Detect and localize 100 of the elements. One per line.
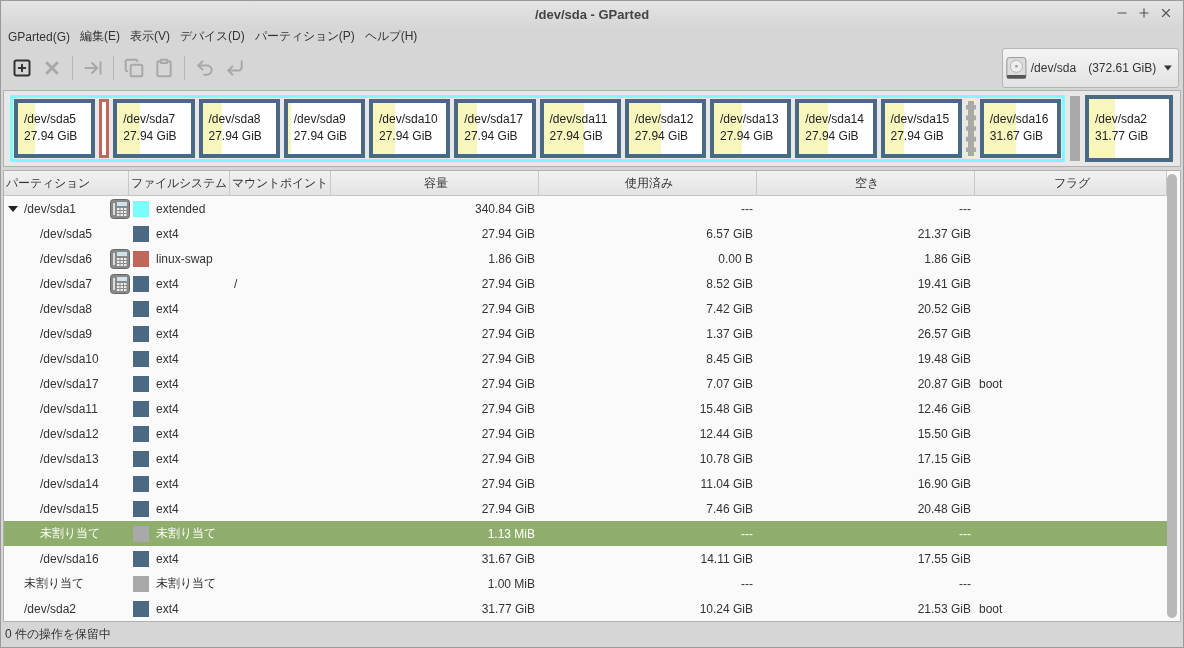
mount-point: / [234, 276, 238, 291]
unallocated-block[interactable] [965, 98, 976, 159]
partition-row[interactable]: /dev/sda15 ext4 27.94 GiB 7.46 GiB 20.48 GiB [4, 496, 1167, 522]
partition-block[interactable]: /dev/sda17 27.94 GiB [454, 98, 536, 159]
filesystem-name: ext4 [156, 376, 179, 391]
used-value: 8.45 GiB [706, 351, 753, 366]
size-value: 1.86 GiB [488, 251, 535, 266]
free-value: 21.37 GiB [917, 226, 971, 241]
partition-row[interactable]: /dev/sda5 ext4 27.94 GiB 6.57 GiB 21.37 GiB [4, 221, 1167, 247]
size-value: 27.94 GiB [481, 401, 535, 416]
free-value: 17.15 GiB [917, 451, 971, 466]
menu-item[interactable]: ヘルプ(H) [359, 28, 423, 46]
filesystem-name: ext4 [156, 426, 179, 441]
size-value: 340.84 GiB [474, 201, 535, 216]
size-value: 27.94 GiB [481, 326, 535, 341]
free-value: 19.41 GiB [917, 276, 971, 291]
used-value: 10.78 GiB [699, 451, 753, 466]
partition-size: 27.94 GiB [720, 128, 775, 146]
partition-row[interactable]: /dev/sda6 linux-swap 1.86 GiB 0.00 B 1.86 GiB [4, 246, 1167, 272]
maximize-icon[interactable] [1137, 6, 1151, 20]
partition-row[interactable]: /dev/sda10 ext4 27.94 GiB 8.45 GiB 19.48 GiB [4, 346, 1167, 372]
partition-block[interactable]: /dev/sda15 27.94 GiB [880, 98, 962, 159]
partition-block[interactable]: /dev/sda5 27.94 GiB [14, 98, 96, 159]
partition-block[interactable]: /dev/sda12 27.94 GiB [624, 98, 706, 159]
clipboard-icon [154, 57, 174, 78]
free-value: 20.48 GiB [917, 501, 971, 516]
used-value: --- [741, 201, 753, 216]
partition-row[interactable]: /dev/sda12 ext4 27.94 GiB 12.44 GiB 15.50 GiB [4, 421, 1167, 447]
partition-row[interactable]: /dev/sda14 ext4 27.94 GiB 11.04 GiB 16.90 GiB [4, 471, 1167, 497]
size-value: 27.94 GiB [481, 301, 535, 316]
partition-name: /dev/sda12 [40, 426, 99, 441]
partition-block[interactable]: /dev/sda13 27.94 GiB [710, 98, 792, 159]
partition-name: /dev/sda8 [208, 111, 262, 129]
expander-icon[interactable] [8, 203, 18, 214]
free-value: --- [959, 576, 971, 591]
partition-name: /dev/sda9 [40, 326, 93, 341]
device-selector[interactable]: /dev/sda (372.61 GiB) [1002, 47, 1179, 88]
partition-row[interactable]: 未割り当て 未割り当て 1.00 MiB --- --- [4, 571, 1167, 597]
partition-name: /dev/sda10 [40, 351, 99, 366]
column-header[interactable]: マウントポイント [230, 171, 331, 196]
partition-name: /dev/sda16 [989, 111, 1050, 129]
menu-item[interactable]: デバイス(D) [175, 28, 250, 46]
partition-size: 27.94 GiB [208, 128, 263, 146]
partition-name: /dev/sda8 [40, 301, 93, 316]
size-value: 27.94 GiB [481, 276, 535, 291]
partition-size: 27.94 GiB [293, 128, 349, 146]
partition-row[interactable]: /dev/sda7 ext4 / 27.94 GiB 8.52 GiB 19.41 GiB [4, 271, 1167, 297]
extended-partition-block[interactable] [10, 94, 1065, 163]
partition-block[interactable]: /dev/sda11 27.94 GiB [539, 98, 621, 159]
partition-block[interactable]: /dev/sda14 27.94 GiB [795, 98, 877, 159]
menu-item[interactable]: 編集(E) [75, 28, 125, 46]
unallocated-block[interactable] [1070, 95, 1080, 162]
column-header[interactable]: 容量 [331, 171, 539, 196]
partition-row[interactable]: /dev/sda2 ext4 31.77 GiB 10.24 GiB 21.53 GiB boot [4, 596, 1167, 622]
used-value: 10.24 GiB [699, 601, 753, 616]
filesystem-name: ext4 [156, 476, 179, 491]
partition-row[interactable]: /dev/sda17 ext4 27.94 GiB 7.07 GiB 20.87 GiB boot [4, 371, 1167, 397]
menu-item[interactable]: 表示(V) [125, 28, 175, 46]
menu-item[interactable]: パーティション(P) [249, 28, 360, 46]
partition-block[interactable]: /dev/sda8 27.94 GiB [198, 98, 280, 159]
filesystem-name: 未割り当て [156, 525, 216, 543]
column-header[interactable]: パーティション [4, 171, 129, 196]
filesystem-name: extended [156, 201, 206, 216]
partition-block[interactable]: /dev/sda2 31.77 GiB [1085, 94, 1173, 163]
column-header[interactable]: ファイルシステム [129, 171, 230, 196]
partition-size: 27.94 GiB [379, 128, 434, 146]
column-header[interactable]: 使用済み [539, 171, 757, 196]
size-value: 27.94 GiB [481, 226, 535, 241]
menu-item[interactable]: GParted(G) [3, 29, 75, 44]
partition-row[interactable]: /dev/sda11 ext4 27.94 GiB 15.48 GiB 12.46 GiB [4, 396, 1167, 422]
close-icon[interactable] [1159, 6, 1173, 20]
free-value: --- [959, 201, 971, 216]
used-value: 7.07 GiB [706, 376, 753, 391]
filesystem-name: ext4 [156, 501, 179, 516]
partition-row[interactable]: /dev/sda16 ext4 31.67 GiB 14.11 GiB 17.55 GiB [4, 546, 1167, 572]
partition-name: /dev/sda16 [40, 551, 99, 566]
partition-name: /dev/sda1 [24, 201, 77, 216]
partition-block[interactable]: /dev/sda16 31.67 GiB [979, 98, 1061, 159]
scrollbar-thumb[interactable] [1167, 174, 1177, 619]
partition-row[interactable]: /dev/sda9 ext4 27.94 GiB 1.37 GiB 26.57 GiB [4, 321, 1167, 347]
filesystem-name: linux-swap [156, 251, 213, 266]
free-value: --- [959, 526, 971, 541]
swap-partition-block[interactable] [99, 98, 110, 159]
partition-name: /dev/sda6 [40, 251, 93, 266]
partition-size: 27.94 GiB [464, 128, 519, 146]
partition-row[interactable]: /dev/sda1 extended 340.84 GiB --- --- [4, 196, 1167, 222]
partition-block[interactable]: /dev/sda9 27.94 GiB [283, 98, 365, 159]
enter-arrow-icon [225, 57, 245, 78]
partition-row[interactable]: /dev/sda8 ext4 27.94 GiB 7.42 GiB 20.52 GiB [4, 296, 1167, 322]
size-value: 1.00 MiB [487, 576, 535, 591]
partition-block[interactable]: /dev/sda7 27.94 GiB [113, 98, 195, 159]
partition-name: /dev/sda2 [1095, 111, 1149, 129]
used-value: 15.48 GiB [699, 401, 753, 416]
free-value: 26.57 GiB [917, 326, 971, 341]
partition-block[interactable]: /dev/sda10 27.94 GiB [369, 98, 451, 159]
filesystem-name: ext4 [156, 551, 179, 566]
partition-size: 27.94 GiB [890, 128, 945, 146]
partition-row[interactable]: /dev/sda13 ext4 27.94 GiB 10.78 GiB 17.15 GiB [4, 446, 1167, 472]
size-value: 27.94 GiB [481, 501, 535, 516]
column-header[interactable]: 空き [757, 171, 975, 196]
